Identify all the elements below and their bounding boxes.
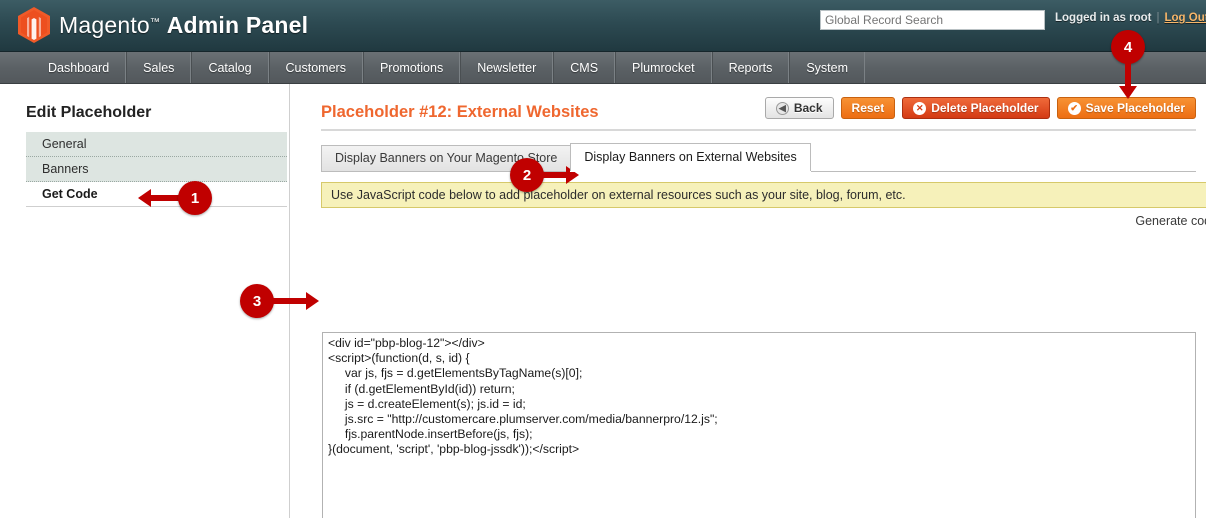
tab-magento-store[interactable]: Display Banners on Your Magento Store <box>321 145 572 171</box>
nav-item-newsletter[interactable]: Newsletter <box>460 52 554 83</box>
delete-placeholder-label: Delete Placeholder <box>931 101 1039 115</box>
back-button-label: Back <box>793 101 823 115</box>
page-header: Magento™ Admin Panel Logged in as root|L… <box>0 0 1206 52</box>
sidebar-item-general[interactable]: General <box>26 132 287 157</box>
reset-button[interactable]: Reset <box>840 97 896 119</box>
magento-admin-page: Magento™ Admin Panel Logged in as root|L… <box>0 0 1206 518</box>
nav-item-plumrocket[interactable]: Plumrocket <box>615 52 712 83</box>
tab-bar: Display Banners on Your Magento Store Di… <box>321 143 1196 172</box>
edit-placeholder-sidebar: Edit Placeholder General Banners Get Cod… <box>0 84 290 518</box>
nav-item-sales[interactable]: Sales <box>126 52 192 83</box>
code-textarea[interactable] <box>322 332 1196 518</box>
back-arrow-icon: ◀ <box>775 101 789 115</box>
logged-in-label: Logged in as root <box>1055 12 1152 24</box>
sidebar-title: Edit Placeholder <box>26 104 152 121</box>
logout-link[interactable]: Log Out <box>1164 12 1206 24</box>
back-button[interactable]: ◀ Back <box>764 97 834 119</box>
delete-placeholder-button[interactable]: ✕ Delete Placeholder <box>902 97 1050 119</box>
brand-logo[interactable]: Magento™ Admin Panel <box>18 7 308 43</box>
brand-title: Magento™ Admin Panel <box>59 12 308 39</box>
store-view-label: Generate code for Store View (Language) <box>1135 214 1206 228</box>
nav-item-catalog[interactable]: Catalog <box>191 52 269 83</box>
nav-item-customers[interactable]: Customers <box>268 52 363 83</box>
nav-item-reports[interactable]: Reports <box>711 52 790 83</box>
save-placeholder-label: Save Placeholder <box>1085 101 1185 115</box>
nav-item-system[interactable]: System <box>789 52 866 83</box>
nav-item-cms[interactable]: CMS <box>553 52 616 83</box>
store-view-row: Generate code for Store View (Language) … <box>321 210 1206 232</box>
content-area: Edit Placeholder General Banners Get Cod… <box>0 84 1206 518</box>
brand-main: Magento <box>59 11 150 38</box>
main-navigation: Dashboard Sales Catalog Customers Promot… <box>0 52 1206 84</box>
nav-item-dashboard[interactable]: Dashboard <box>32 52 127 83</box>
title-divider <box>321 129 1196 131</box>
page-title: Placeholder #12: External Websites <box>321 103 599 121</box>
magento-hexagon-logo-icon <box>18 7 50 43</box>
info-notice: Use JavaScript code below to add placeho… <box>321 182 1206 208</box>
save-placeholder-button[interactable]: ✔ Save Placeholder <box>1056 97 1196 119</box>
brand-tm: ™ <box>149 16 161 28</box>
sidebar-item-banners[interactable]: Banners <box>26 157 287 182</box>
global-search-input[interactable] <box>820 10 1045 30</box>
sidebar-item-get-code[interactable]: Get Code <box>26 182 287 207</box>
brand-sub: Admin Panel <box>166 11 309 38</box>
check-circle-icon: ✔ <box>1067 101 1081 115</box>
nav-item-promotions[interactable]: Promotions <box>362 52 461 83</box>
tab-external-websites[interactable]: Display Banners on External Websites <box>570 143 811 171</box>
separator: | <box>1156 12 1160 24</box>
account-status: Logged in as root | Log Out <box>1055 12 1206 24</box>
action-button-bar: ◀ Back Reset ✕ Delete Placeholder ✔ Save… <box>764 97 1196 119</box>
reset-button-label: Reset <box>851 101 885 115</box>
sidebar-list: General Banners Get Code <box>26 132 287 207</box>
close-circle-icon: ✕ <box>913 101 927 115</box>
